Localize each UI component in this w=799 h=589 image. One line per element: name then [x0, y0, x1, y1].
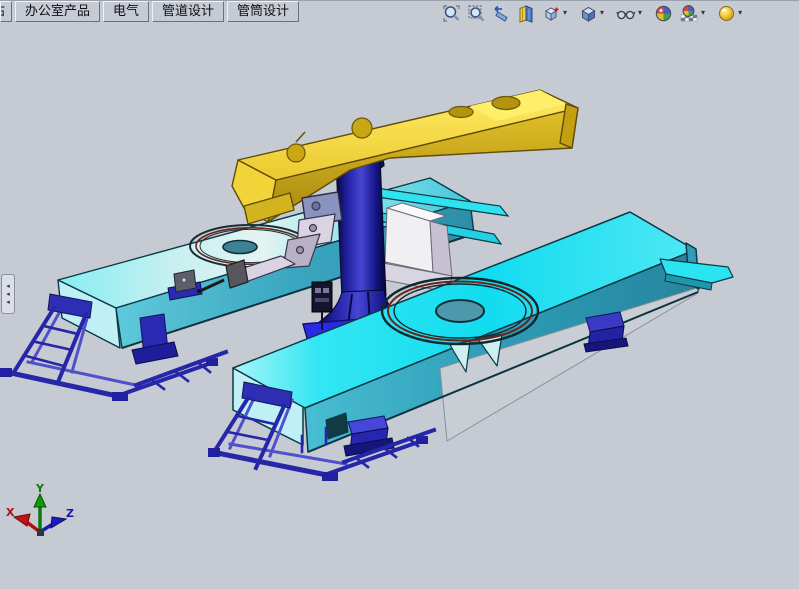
tab-label: 估	[0, 2, 5, 21]
expander-arrow-icon: ◂	[6, 291, 10, 298]
apply-scene-icon	[679, 4, 699, 23]
triad-y-label: Y	[35, 482, 45, 495]
zoom-to-fit-icon	[442, 4, 461, 23]
view-settings-button[interactable]: ▾	[717, 4, 742, 23]
dropdown-arrow[interactable]: ▾	[600, 9, 604, 17]
hide-show-items-button[interactable]: ▾	[616, 4, 642, 23]
ring2-hub[interactable]	[436, 300, 484, 322]
hide-show-items-icon	[616, 4, 636, 23]
pane-expander[interactable]: ◂ ◂ ◂	[1, 274, 15, 314]
ring1-hub[interactable]	[223, 241, 257, 254]
tab-evaluate-partial[interactable]: 估	[0, 1, 12, 22]
dropdown-arrow[interactable]: ▾	[563, 9, 567, 17]
view-settings-icon	[717, 4, 736, 23]
display-style-icon	[579, 4, 598, 23]
tab-label: 电气	[113, 4, 139, 19]
previous-view-button[interactable]	[492, 4, 511, 23]
apply-scene-button[interactable]: ▾	[679, 4, 705, 23]
view-orientation-button[interactable]: ▾	[542, 4, 567, 23]
edit-appearance-icon	[654, 4, 673, 23]
tab-tubing-design[interactable]: 管筒设计	[227, 1, 299, 22]
support-bracket-3[interactable]	[584, 312, 628, 352]
expander-arrow-icon: ◂	[6, 299, 10, 306]
tab-office-products[interactable]: 办公室产品	[15, 1, 100, 22]
section-view-icon	[517, 4, 536, 23]
tab-label: 办公室产品	[25, 4, 90, 19]
tab-electrical[interactable]: 电气	[103, 1, 149, 22]
triad-z-label: Z	[66, 507, 74, 520]
tab-label: 管筒设计	[237, 4, 289, 19]
dropdown-arrow[interactable]: ▾	[638, 9, 642, 17]
zoom-to-area-icon	[467, 4, 486, 23]
graphics-viewport[interactable]: Y X Z	[0, 23, 799, 589]
zoom-to-fit-button[interactable]	[442, 4, 461, 23]
edit-appearance-button[interactable]	[654, 4, 673, 23]
previous-view-icon	[492, 4, 511, 23]
dropdown-arrow[interactable]: ▾	[701, 9, 705, 17]
section-view-button[interactable]	[517, 4, 536, 23]
display-style-button[interactable]: ▾	[579, 4, 604, 23]
expander-arrow-icon: ◂	[6, 283, 10, 290]
triad-x-label: X	[6, 506, 15, 519]
commandmanager-tabs: 估 办公室产品 电气 管道设计 管筒设计	[0, 1, 299, 22]
dropdown-arrow[interactable]: ▾	[738, 9, 742, 17]
heads-up-view-toolbar: ▾ ▾ ▾	[436, 3, 742, 23]
tab-label: 管道设计	[162, 4, 214, 19]
view-orientation-icon	[542, 4, 561, 23]
zoom-to-area-button[interactable]	[467, 4, 486, 23]
tab-piping-design[interactable]: 管道设计	[152, 1, 224, 22]
top-bar: 估 办公室产品 电气 管道设计 管筒设计	[0, 0, 799, 23]
column-shaft[interactable]	[336, 156, 386, 300]
